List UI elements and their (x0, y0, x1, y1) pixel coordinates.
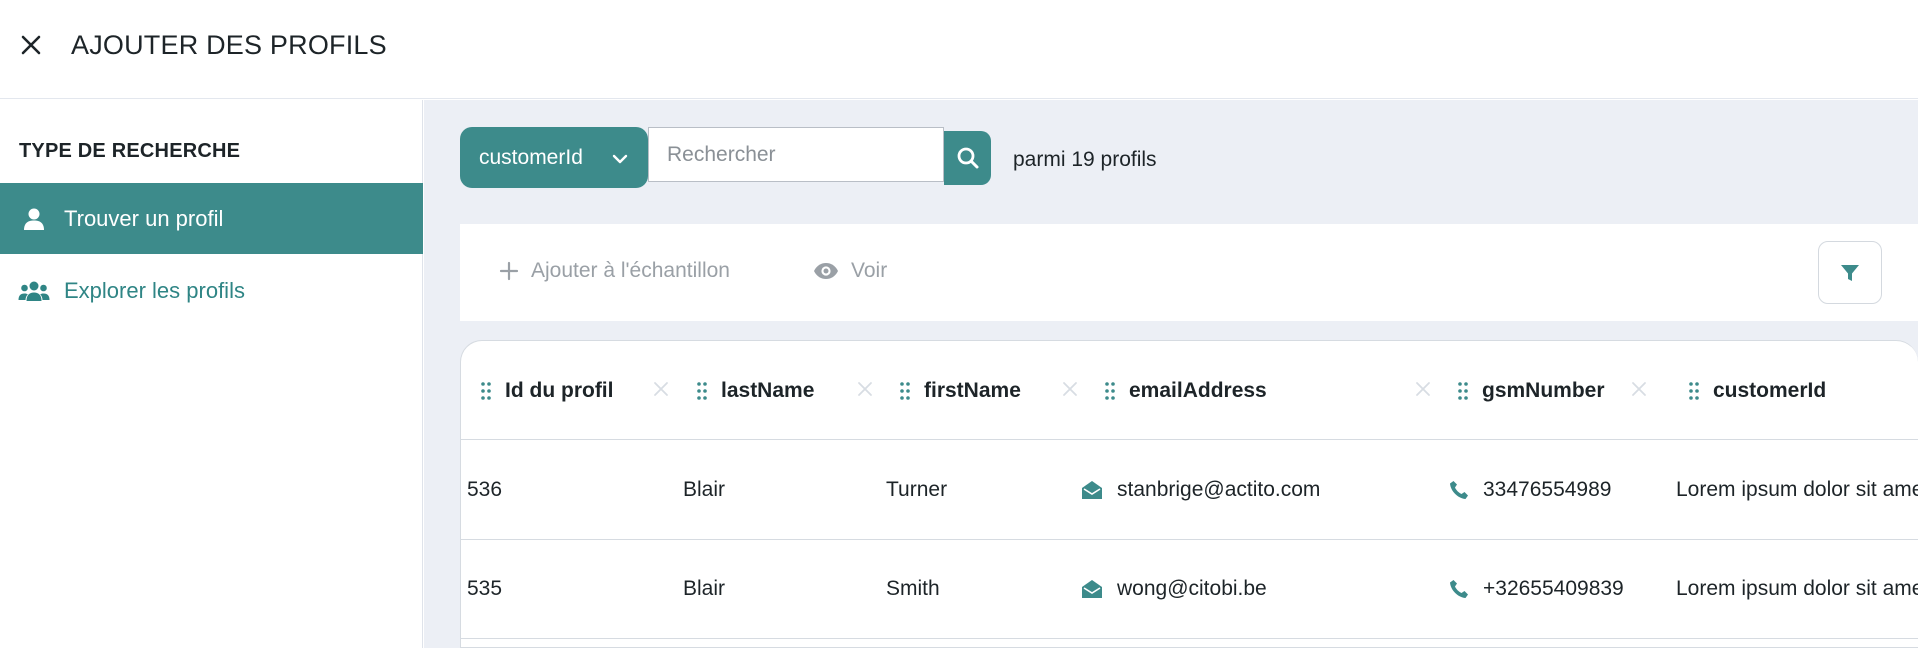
remove-column-icon[interactable] (1414, 380, 1432, 398)
gsm-value: 33476554989 (1483, 478, 1612, 501)
sidebar: TYPE DE RECHERCHE Trouver un profil Expl… (0, 100, 423, 648)
main-content: customerId parmi 19 profils Ajouter à l'… (424, 100, 1918, 648)
phone-icon (1449, 579, 1469, 599)
table-row[interactable]: 535 Blair Smith wong@citobi.be +32655409… (461, 540, 1918, 639)
sidebar-heading: TYPE DE RECHERCHE (19, 140, 241, 162)
column-header-id: Id du profil (481, 379, 613, 403)
search-field-value: customerId (479, 145, 583, 169)
sidebar-item-find-profile[interactable]: Trouver un profil (0, 183, 423, 254)
column-label: Id du profil (505, 379, 614, 402)
search-input[interactable] (648, 127, 944, 182)
drag-handle-icon[interactable] (1105, 382, 1115, 400)
drag-handle-icon[interactable] (1458, 382, 1468, 400)
drag-handle-icon[interactable] (697, 382, 707, 400)
add-to-sample-button[interactable]: Ajouter à l'échantillon (499, 259, 730, 283)
plus-icon (499, 261, 519, 281)
table-row[interactable]: 536 Blair Turner stanbrige@actito.com 33… (461, 441, 1918, 540)
cell-customerid: Lorem ipsum dolor sit amet (1676, 577, 1918, 600)
column-header-gsm: gsmNumber (1458, 379, 1605, 403)
cell-gsm: +32655409839 (1449, 577, 1624, 601)
column-header-lastname: lastName (697, 379, 814, 403)
column-label: firstName (924, 379, 1021, 402)
table-toolbar: Ajouter à l'échantillon Voir (460, 224, 1918, 321)
profiles-table: Id du profil lastName firstName emailAdd… (460, 340, 1918, 648)
cell-customerid: Lorem ipsum dolor sit amet (1676, 478, 1918, 501)
cell-lastname: Blair (683, 577, 726, 600)
column-header-email: emailAddress (1105, 379, 1267, 403)
table-header: Id du profil lastName firstName emailAdd… (461, 341, 1918, 440)
cell-id: 536 (467, 478, 503, 501)
sidebar-item-label: Explorer les profils (64, 277, 245, 303)
profile-count: parmi 19 profils (1013, 148, 1157, 171)
envelope-open-icon (1081, 579, 1103, 599)
cell-firstname: Turner (886, 478, 948, 501)
drag-handle-icon[interactable] (481, 382, 491, 400)
sidebar-item-explore-profiles[interactable]: Explorer les profils (0, 255, 423, 326)
search-button[interactable] (944, 131, 991, 185)
sidebar-item-label: Trouver un profil (64, 205, 224, 231)
column-label: gsmNumber (1482, 379, 1605, 402)
chevron-down-icon (612, 151, 628, 169)
eye-icon (813, 262, 839, 280)
remove-column-icon[interactable] (1061, 380, 1079, 398)
envelope-open-icon (1081, 480, 1103, 500)
cell-email: wong@citobi.be (1081, 577, 1267, 601)
phone-icon (1449, 480, 1469, 500)
column-header-firstname: firstName (900, 379, 1021, 403)
filter-icon (1840, 263, 1860, 283)
users-group-icon (0, 280, 64, 302)
remove-column-icon[interactable] (856, 380, 874, 398)
email-value: wong@citobi.be (1117, 577, 1267, 600)
drag-handle-icon[interactable] (900, 382, 910, 400)
view-button[interactable]: Voir (813, 259, 887, 283)
user-icon (0, 207, 64, 231)
cell-email: stanbrige@actito.com (1081, 478, 1320, 502)
remove-column-icon[interactable] (1630, 380, 1648, 398)
search-icon (956, 146, 980, 170)
filter-button[interactable] (1818, 241, 1882, 304)
search-field-select[interactable]: customerId (460, 127, 648, 188)
view-label: Voir (851, 259, 888, 282)
cell-firstname: Smith (886, 577, 940, 600)
remove-column-icon[interactable] (652, 380, 670, 398)
cell-gsm: 33476554989 (1449, 478, 1611, 502)
cell-id: 535 (467, 577, 503, 600)
email-value: stanbrige@actito.com (1117, 478, 1321, 501)
cell-lastname: Blair (683, 478, 726, 501)
page-title: AJOUTER DES PROFILS (71, 30, 387, 60)
column-label: lastName (721, 379, 815, 402)
column-label: emailAddress (1129, 379, 1267, 402)
dialog-header: AJOUTER DES PROFILS (0, 0, 1918, 99)
close-icon[interactable] (18, 32, 44, 58)
add-to-sample-label: Ajouter à l'échantillon (531, 259, 730, 282)
column-header-customerid: customerId (1689, 379, 1826, 403)
gsm-value: +32655409839 (1483, 577, 1624, 600)
column-label: customerId (1713, 379, 1827, 402)
drag-handle-icon[interactable] (1689, 382, 1699, 400)
